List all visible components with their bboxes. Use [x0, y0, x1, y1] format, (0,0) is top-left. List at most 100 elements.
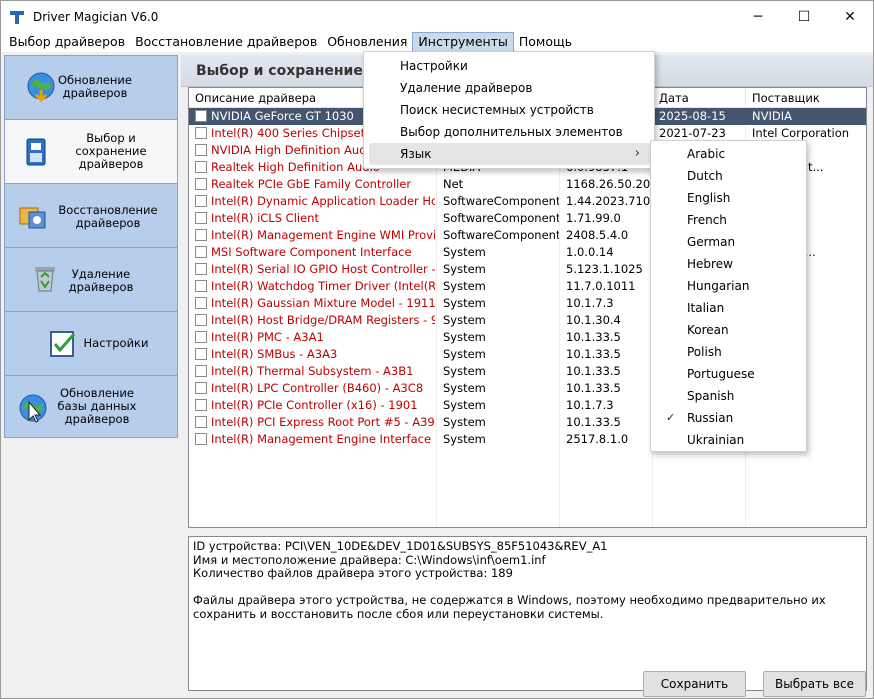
language-item-english[interactable]: English [656, 187, 801, 209]
cell-description: Intel(R) LPC Controller (B460) - A3C8 [211, 381, 424, 395]
save-button[interactable]: Сохранить [643, 671, 746, 697]
row-checkbox[interactable] [195, 178, 207, 190]
row-checkbox[interactable] [195, 433, 207, 445]
language-item-portuguese[interactable]: Portuguese [656, 363, 801, 385]
row-checkbox[interactable] [195, 348, 207, 360]
recycle-bin-icon [35, 267, 55, 292]
row-checkbox[interactable] [195, 331, 207, 343]
chevron-right-icon: › [634, 146, 640, 161]
menu-restore-drivers[interactable]: Восстановление драйверов [130, 32, 322, 52]
sidebar-label-update-database: Обновление базы данных драйверов [57, 386, 137, 426]
cell-class: System [443, 398, 486, 412]
menu-help[interactable]: Помощь [514, 32, 577, 52]
sidebar-item-settings[interactable]: Настройки [5, 312, 177, 376]
dropdown-item-remove-drivers[interactable]: Удаление драйверов [369, 77, 650, 99]
row-checkbox[interactable] [195, 297, 207, 309]
cell-version: 1168.26.50.2025 [566, 177, 656, 191]
sidebar-label-restore: Восстановление драйверов [58, 203, 158, 230]
language-item-dutch[interactable]: Dutch [656, 165, 801, 187]
globe-update-icon [27, 72, 55, 102]
language-label: Korean [687, 323, 729, 337]
sidebar-item-select-save[interactable]: Выбор и сохранение драйверов [5, 120, 177, 184]
dropdown-item-extra-elements[interactable]: Выбор дополнительных элементов [369, 121, 650, 143]
cell-description: Intel(R) Watchdog Timer Driver (Intel(R)… [211, 279, 435, 293]
dropdown-item-settings[interactable]: Настройки [369, 55, 650, 77]
window-title: Driver Magician V6.0 [33, 9, 159, 24]
column-header-provider[interactable]: Поставщик [746, 88, 866, 108]
cell-class: SoftwareComponent [443, 228, 559, 242]
column-header-date[interactable]: Дата [653, 88, 746, 108]
language-item-italian[interactable]: Italian [656, 297, 801, 319]
language-label: Dutch [687, 169, 723, 183]
row-checkbox[interactable] [195, 365, 207, 377]
row-checkbox[interactable] [195, 399, 207, 411]
row-checkbox[interactable] [195, 229, 207, 241]
restore-icon [19, 207, 46, 229]
row-checkbox[interactable] [195, 195, 207, 207]
row-checkbox[interactable] [195, 212, 207, 224]
sidebar-item-delete[interactable]: Удаление драйверов [5, 248, 177, 312]
title-bar[interactable]: Driver Magician V6.0 ─ ☐ ✕ [1, 1, 873, 32]
language-item-russian[interactable]: ✓ Russian [656, 407, 801, 429]
select-all-button[interactable]: Выбрать все [763, 671, 866, 697]
cell-class: System [443, 313, 486, 327]
row-checkbox[interactable] [195, 161, 207, 173]
menu-tools[interactable]: Инструменты [412, 32, 514, 52]
sidebar-item-update-drivers[interactable]: Обновление драйверов [5, 56, 177, 120]
row-checkbox[interactable] [195, 280, 207, 292]
info-note: Файлы драйвера этого устройства, не соде… [193, 593, 830, 621]
sidebar-label-settings: Настройки [83, 336, 149, 350]
row-checkbox[interactable] [195, 127, 207, 139]
cell-class: System [443, 296, 486, 310]
language-item-korean[interactable]: Korean [656, 319, 801, 341]
row-checkbox[interactable] [195, 144, 207, 156]
dropdown-item-language[interactable]: Язык › [369, 143, 650, 165]
cell-date: 2025-08-15 [659, 109, 726, 123]
menu-bar: Выбор драйверов Восстановление драйверов… [1, 32, 873, 52]
language-item-ukrainian[interactable]: Ukrainian [656, 429, 801, 451]
footer: Сохранить Выбрать все [181, 668, 873, 698]
language-item-hungarian[interactable]: Hungarian [656, 275, 801, 297]
cell-class: System [443, 432, 486, 446]
cell-description: Intel(R) PMC - A3A1 [211, 330, 324, 344]
cell-class: System [443, 262, 486, 276]
row-checkbox[interactable] [195, 314, 207, 326]
close-button[interactable]: ✕ [827, 1, 873, 32]
cell-class: System [443, 364, 486, 378]
sidebar: Обновление драйверов Выбор и сохранение … [4, 55, 178, 438]
row-checkbox[interactable] [195, 110, 207, 122]
language-item-hebrew[interactable]: Hebrew [656, 253, 801, 275]
cell-description: Intel(R) Thermal Subsystem - A3B1 [211, 364, 414, 378]
language-item-arabic[interactable]: Arabic [656, 143, 801, 165]
cell-class: SoftwareComponent [443, 211, 559, 225]
menu-updates[interactable]: Обновления [322, 32, 412, 52]
cell-description: Intel(R) iCLS Client [211, 211, 319, 225]
sidebar-label-select-save: Выбор и сохранение драйверов [75, 131, 147, 171]
checkmark-icon: ✓ [666, 411, 676, 424]
cell-description: Intel(R) PCI Express Root Port #5 - A394 [211, 415, 435, 429]
row-checkbox[interactable] [195, 263, 207, 275]
language-label: Polish [687, 345, 722, 359]
sidebar-item-update-database[interactable]: Обновление базы данных драйверов [5, 376, 177, 438]
cell-version: 10.1.33.5 [566, 330, 621, 344]
row-checkbox[interactable] [195, 416, 207, 428]
language-item-polish[interactable]: Polish [656, 341, 801, 363]
row-checkbox[interactable] [195, 382, 207, 394]
maximize-button[interactable]: ☐ [781, 1, 827, 32]
language-item-spanish[interactable]: Spanish [656, 385, 801, 407]
cell-description: Intel(R) Gaussian Mixture Model - 1911 [211, 296, 435, 310]
language-label: Hebrew [687, 257, 733, 271]
language-item-french[interactable]: French [656, 209, 801, 231]
language-label: French [687, 213, 727, 227]
language-item-german[interactable]: German [656, 231, 801, 253]
cell-version: 2517.8.1.0 [566, 432, 629, 446]
dropdown-item-find-nonsystem[interactable]: Поиск несистемных устройств [369, 99, 650, 121]
row-checkbox[interactable] [195, 246, 207, 258]
sidebar-item-restore[interactable]: Восстановление драйверов [5, 184, 177, 248]
settings-checklist-icon [50, 331, 76, 357]
app-logo-icon [10, 9, 26, 25]
tools-dropdown-menu: Настройки Удаление драйверов Поиск несис… [363, 51, 655, 169]
language-submenu: Arabic Dutch English French German Hebrew Hung… [650, 140, 807, 452]
minimize-button[interactable]: ─ [735, 1, 781, 32]
menu-select-drivers[interactable]: Выбор драйверов [4, 32, 130, 52]
